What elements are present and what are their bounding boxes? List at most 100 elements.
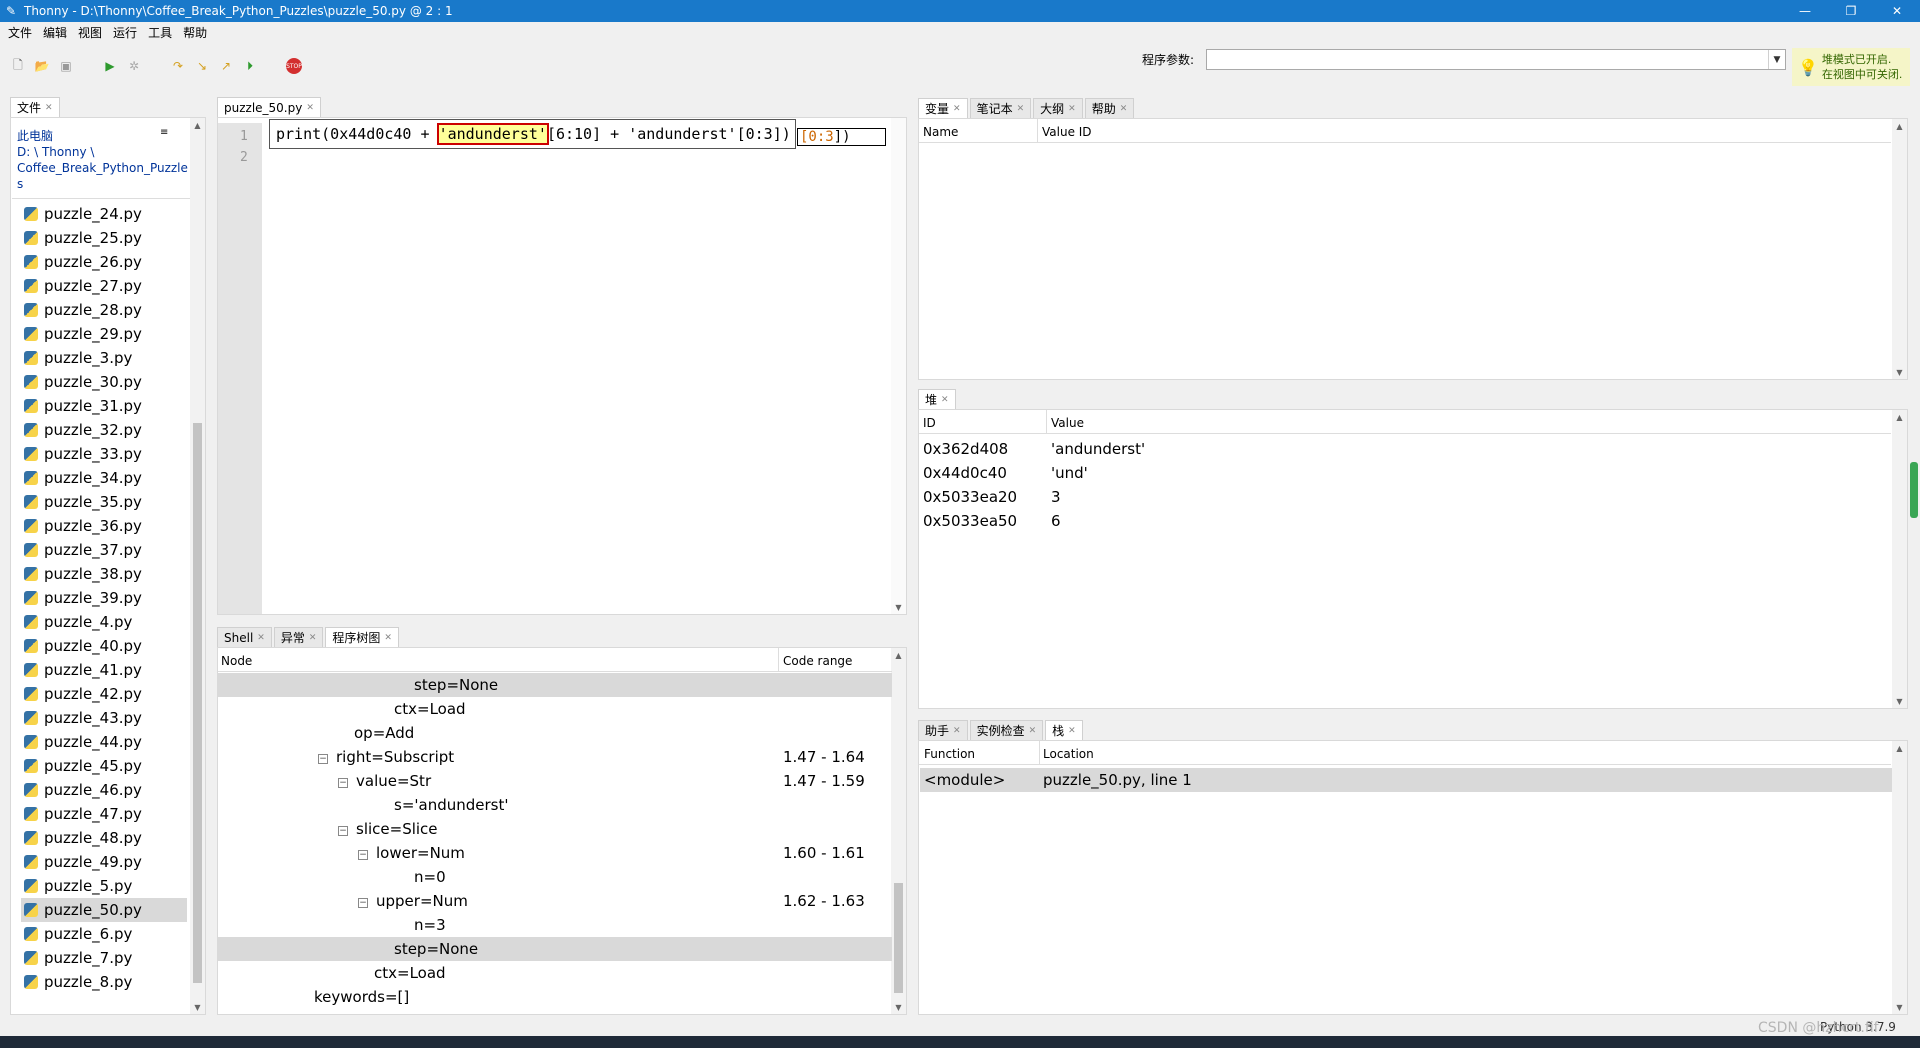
scroll-down-icon[interactable]: ▼ bbox=[891, 600, 906, 614]
list-item[interactable]: puzzle_5.py bbox=[21, 874, 187, 898]
editor-panel[interactable]: ▼ bbox=[217, 117, 907, 615]
menu-file[interactable]: 文件 bbox=[4, 24, 39, 41]
menu-tools[interactable]: 工具 bbox=[144, 24, 179, 41]
list-item[interactable]: puzzle_24.py bbox=[21, 202, 187, 226]
list-item[interactable]: puzzle_42.py bbox=[21, 682, 187, 706]
stack-scrollbar[interactable]: ▲ ▼ bbox=[1892, 741, 1907, 1014]
column-header-value-id[interactable]: Value ID bbox=[1042, 125, 1092, 139]
tree-row[interactable]: ctx=Load bbox=[218, 961, 892, 985]
list-item[interactable]: puzzle_50.py bbox=[21, 898, 187, 922]
tree-row[interactable]: n=0 bbox=[218, 865, 892, 889]
column-header-code-range[interactable]: Code range bbox=[783, 654, 852, 668]
collapse-icon[interactable]: − bbox=[338, 778, 348, 788]
list-item[interactable]: puzzle_30.py bbox=[21, 370, 187, 394]
list-item[interactable]: puzzle_47.py bbox=[21, 802, 187, 826]
files-scroll-thumb[interactable] bbox=[193, 423, 202, 983]
close-icon[interactable]: ✕ bbox=[953, 726, 961, 736]
list-item[interactable]: puzzle_3.py bbox=[21, 346, 187, 370]
close-icon[interactable]: ✕ bbox=[953, 104, 961, 114]
tree-row[interactable]: op=Add bbox=[218, 721, 892, 745]
scroll-down-icon[interactable]: ▼ bbox=[1892, 1000, 1907, 1014]
debug-icon[interactable]: ✲ bbox=[126, 58, 142, 74]
column-header-id[interactable]: ID bbox=[923, 416, 936, 430]
collapse-icon[interactable]: − bbox=[358, 898, 368, 908]
column-header-location[interactable]: Location bbox=[1043, 747, 1094, 761]
tab-assistant[interactable]: 助手 ✕ bbox=[918, 720, 968, 740]
menu-run[interactable]: 运行 bbox=[109, 24, 144, 41]
close-icon[interactable]: ✕ bbox=[257, 633, 265, 643]
column-header-node[interactable]: Node bbox=[221, 654, 252, 668]
list-item[interactable]: puzzle_27.py bbox=[21, 274, 187, 298]
tree-row[interactable]: s='andunderst' bbox=[218, 793, 892, 817]
scroll-up-icon[interactable]: ▲ bbox=[1892, 119, 1907, 133]
tab-program-tree[interactable]: 程序树图 ✕ bbox=[325, 627, 399, 647]
close-icon[interactable]: ✕ bbox=[1068, 726, 1076, 736]
tab-help[interactable]: 帮助 ✕ bbox=[1084, 98, 1135, 118]
tab-stack[interactable]: 栈 ✕ bbox=[1045, 720, 1083, 740]
list-item[interactable]: puzzle_6.py bbox=[21, 922, 187, 946]
close-icon[interactable]: ✕ bbox=[1874, 0, 1920, 22]
list-item[interactable]: puzzle_40.py bbox=[21, 634, 187, 658]
scroll-up-icon[interactable]: ▲ bbox=[190, 118, 205, 132]
list-item[interactable]: puzzle_28.py bbox=[21, 298, 187, 322]
heap-id[interactable]: 0x44d0c40 bbox=[923, 461, 1007, 485]
resume-icon[interactable]: ⏵ bbox=[242, 58, 258, 74]
close-icon[interactable]: ✕ bbox=[1120, 104, 1128, 114]
menu-view[interactable]: 视图 bbox=[74, 24, 109, 41]
scroll-up-icon[interactable]: ▲ bbox=[1892, 410, 1907, 424]
list-item[interactable]: puzzle_39.py bbox=[21, 586, 187, 610]
scroll-down-icon[interactable]: ▼ bbox=[1892, 694, 1907, 708]
scroll-up-icon[interactable]: ▲ bbox=[1892, 741, 1907, 755]
column-header-value[interactable]: Value bbox=[1051, 416, 1084, 430]
open-file-icon[interactable]: 📂 bbox=[34, 58, 50, 74]
menu-help[interactable]: 帮助 bbox=[179, 24, 214, 41]
close-icon[interactable]: ✕ bbox=[45, 103, 53, 113]
restore-icon[interactable]: ❐ bbox=[1828, 0, 1874, 22]
scroll-up-icon[interactable]: ▲ bbox=[891, 648, 906, 662]
tab-files[interactable]: 文件 ✕ bbox=[10, 97, 60, 117]
new-file-icon[interactable]: 🗋 bbox=[10, 58, 26, 74]
column-header-function[interactable]: Function bbox=[924, 747, 975, 761]
list-item[interactable]: puzzle_46.py bbox=[21, 778, 187, 802]
heap-id[interactable]: 0x362d408 bbox=[923, 437, 1008, 461]
list-item[interactable]: puzzle_35.py bbox=[21, 490, 187, 514]
list-item[interactable]: puzzle_36.py bbox=[21, 514, 187, 538]
list-item[interactable]: puzzle_45.py bbox=[21, 754, 187, 778]
list-item[interactable]: puzzle_4.py bbox=[21, 610, 187, 634]
close-icon[interactable]: ✕ bbox=[1029, 726, 1037, 736]
stop-icon[interactable]: STOP bbox=[286, 58, 302, 74]
heap-id[interactable]: 0x5033ea50 bbox=[923, 509, 1017, 533]
tab-shell[interactable]: Shell ✕ bbox=[217, 627, 272, 647]
editor-scrollbar[interactable]: ▼ bbox=[891, 118, 906, 614]
minimize-icon[interactable]: — bbox=[1782, 0, 1828, 22]
tree-row[interactable]: − lower=Num 1.60 - 1.61 bbox=[218, 841, 892, 865]
collapse-icon[interactable]: − bbox=[358, 850, 368, 860]
list-item[interactable]: puzzle_31.py bbox=[21, 394, 187, 418]
heap-scrollbar[interactable]: ▲ ▼ bbox=[1892, 410, 1907, 708]
list-item[interactable]: puzzle_7.py bbox=[21, 946, 187, 970]
scroll-down-icon[interactable]: ▼ bbox=[190, 1000, 205, 1014]
list-item[interactable]: puzzle_8.py bbox=[21, 970, 187, 994]
chevron-down-icon[interactable]: ▼ bbox=[1768, 50, 1785, 69]
path-part-2[interactable]: Coffee_Break_Python_Puzzle bbox=[17, 160, 188, 176]
tree-row[interactable]: step=None bbox=[218, 673, 892, 697]
close-icon[interactable]: ✕ bbox=[306, 103, 314, 113]
list-item[interactable]: puzzle_25.py bbox=[21, 226, 187, 250]
vars-scrollbar[interactable]: ▲ ▼ bbox=[1892, 119, 1907, 379]
list-item[interactable]: puzzle_44.py bbox=[21, 730, 187, 754]
tab-variables[interactable]: 变量 ✕ bbox=[918, 98, 968, 118]
heap-id[interactable]: 0x5033ea20 bbox=[923, 485, 1017, 509]
tree-row[interactable]: − right=Subscript 1.47 - 1.64 bbox=[218, 745, 892, 769]
scroll-down-icon[interactable]: ▼ bbox=[891, 1000, 906, 1014]
list-item[interactable]: puzzle_38.py bbox=[21, 562, 187, 586]
program-args-input[interactable]: ▼ bbox=[1206, 49, 1786, 70]
tab-notebook[interactable]: 笔记本 ✕ bbox=[969, 98, 1032, 118]
path-part-1[interactable]: D: \ Thonny \ bbox=[17, 144, 188, 160]
list-item[interactable]: puzzle_26.py bbox=[21, 250, 187, 274]
list-item[interactable]: puzzle_33.py bbox=[21, 442, 187, 466]
tab-puzzle-50[interactable]: puzzle_50.py ✕ bbox=[217, 97, 321, 117]
path-part-3[interactable]: s bbox=[17, 176, 188, 192]
list-item[interactable]: puzzle_41.py bbox=[21, 658, 187, 682]
close-icon[interactable]: ✕ bbox=[309, 633, 317, 643]
menu-edit[interactable]: 编辑 bbox=[39, 24, 74, 41]
